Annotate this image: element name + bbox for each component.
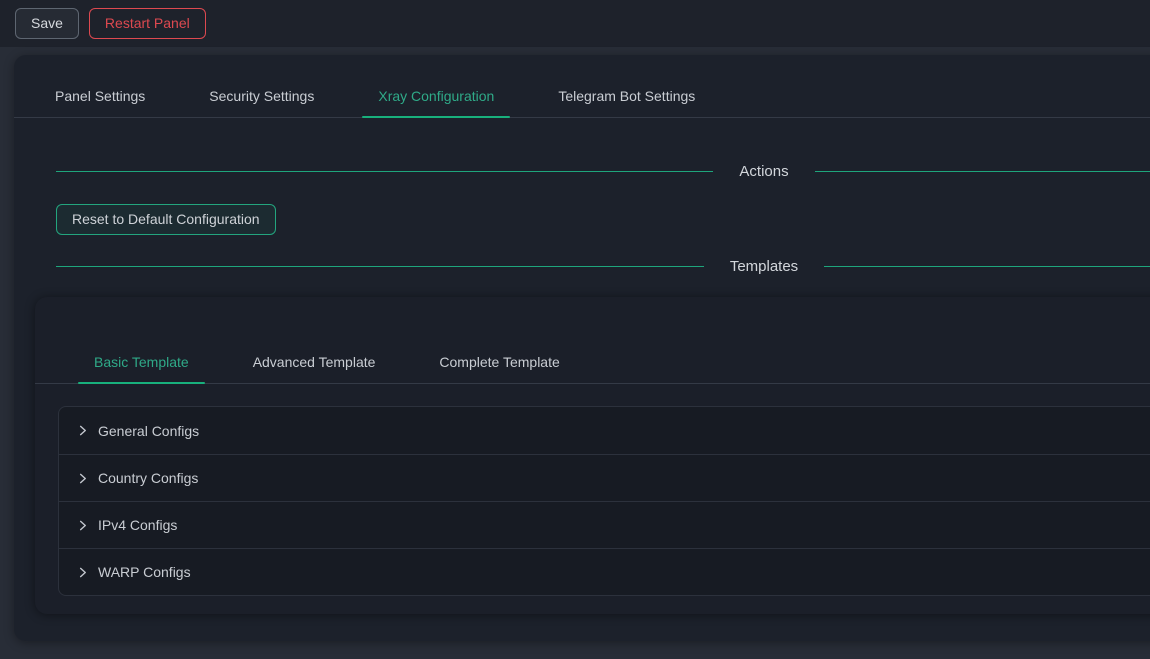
chevron-right-icon [76, 425, 88, 437]
settings-tab-bar: Panel Settings Security Settings Xray Co… [14, 55, 1150, 118]
collapse-general-configs[interactable]: General Configs [59, 407, 1150, 454]
chevron-right-icon [76, 472, 88, 484]
divider-line [56, 171, 713, 172]
collapse-label: WARP Configs [98, 564, 191, 580]
collapse-label: General Configs [98, 423, 199, 439]
collapse-label: IPv4 Configs [98, 517, 177, 533]
tab-basic-template[interactable]: Basic Template [78, 341, 205, 383]
top-action-bar: Save Restart Panel [0, 0, 1150, 47]
actions-divider-label: Actions [713, 163, 814, 180]
tab-complete-template[interactable]: Complete Template [423, 341, 575, 383]
templates-divider-label: Templates [704, 258, 824, 275]
collapse-ipv4-configs[interactable]: IPv4 Configs [59, 501, 1150, 548]
tab-telegram-bot-settings[interactable]: Telegram Bot Settings [542, 75, 711, 117]
restart-panel-button[interactable]: Restart Panel [89, 8, 206, 39]
reset-default-config-button[interactable]: Reset to Default Configuration [56, 204, 276, 235]
actions-divider: Actions [56, 163, 1150, 180]
settings-card: Panel Settings Security Settings Xray Co… [14, 55, 1150, 641]
templates-card: Basic Template Advanced Template Complet… [35, 297, 1150, 614]
templates-divider: Templates [56, 258, 1150, 275]
save-button[interactable]: Save [15, 8, 79, 39]
collapse-warp-configs[interactable]: WARP Configs [59, 548, 1150, 595]
chevron-right-icon [76, 566, 88, 578]
tab-panel-settings[interactable]: Panel Settings [39, 75, 161, 117]
collapse-country-configs[interactable]: Country Configs [59, 454, 1150, 501]
tab-advanced-template[interactable]: Advanced Template [237, 341, 392, 383]
divider-line [56, 266, 704, 267]
chevron-right-icon [76, 519, 88, 531]
divider-line [815, 171, 1150, 172]
tab-security-settings[interactable]: Security Settings [193, 75, 330, 117]
tab-xray-configuration[interactable]: Xray Configuration [362, 75, 510, 117]
collapse-label: Country Configs [98, 470, 198, 486]
divider-line [824, 266, 1150, 267]
config-collapse-group: General Configs Country Configs IPv4 Con… [58, 406, 1150, 596]
template-tab-bar: Basic Template Advanced Template Complet… [35, 297, 1150, 384]
